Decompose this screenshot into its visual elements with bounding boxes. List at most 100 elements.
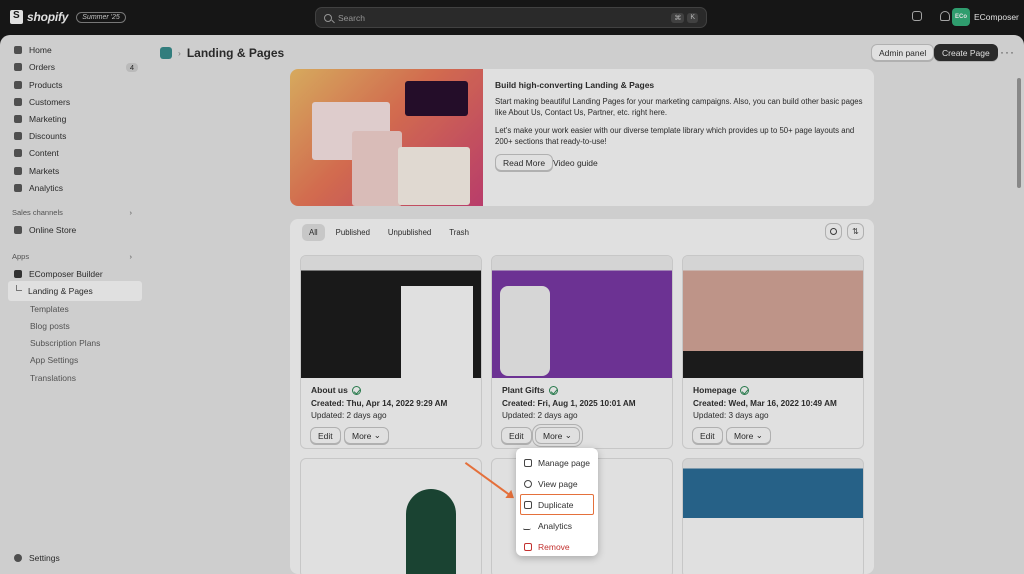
banner-description: Start making beautiful Landing Pages for… — [495, 97, 863, 117]
sidebar-subitem-blog-posts[interactable]: Blog posts — [30, 321, 70, 331]
sidebar-subitem-app-settings[interactable]: App Settings — [30, 355, 78, 365]
shopify-bag-icon — [10, 10, 23, 24]
bell-icon[interactable] — [940, 11, 950, 21]
sort-icon: ⇅ — [852, 227, 859, 236]
page-title-label: Plant Gifts — [502, 385, 558, 395]
banner-illustration — [290, 69, 483, 206]
published-check-icon — [740, 385, 750, 395]
menu-item-analytics[interactable]: Analytics — [516, 515, 598, 536]
tab-all[interactable]: All — [302, 224, 325, 241]
person-icon — [14, 98, 22, 106]
sidebar-item-orders[interactable]: Orders 4 — [14, 62, 138, 72]
shopify-logo[interactable]: shopify Summer '25 — [10, 10, 126, 24]
sidebar-item-ecomposer[interactable]: EComposer Builder — [14, 269, 138, 279]
ecomposer-app-icon[interactable] — [160, 47, 172, 59]
more-button[interactable]: More ⌄ — [344, 427, 389, 444]
search-pages-button[interactable] — [825, 223, 842, 240]
sidebar-item-content[interactable]: Content — [14, 148, 138, 158]
banner-description-2: Let's make your work easier with our div… — [495, 126, 855, 146]
create-page-button[interactable]: Create Page — [934, 44, 998, 61]
search-icon — [324, 13, 332, 22]
tab-trash[interactable]: Trash — [442, 224, 476, 241]
menu-item-label: View page — [538, 478, 578, 489]
page-thumbnail[interactable] — [683, 256, 863, 378]
sidebar-item-settings[interactable]: Settings — [14, 553, 60, 563]
read-more-button[interactable]: Read More — [495, 154, 554, 171]
sidebar-item-label: Orders — [29, 62, 55, 72]
target-icon — [14, 115, 22, 123]
chevron-down-icon: ⌄ — [564, 430, 572, 440]
page-name: Plant Gifts — [502, 385, 545, 395]
video-guide-link[interactable]: Video guide — [553, 158, 598, 168]
sidebar-subitem-translations[interactable]: Translations — [30, 373, 76, 383]
page-card-about-us: About us Created: Thu, Apr 14, 2022 9:29… — [300, 255, 482, 449]
sidebar-subitem-templates[interactable]: Templates — [30, 304, 69, 314]
gear-icon — [14, 554, 22, 562]
menu-item-view-page[interactable]: View page — [516, 473, 598, 494]
eye-icon — [524, 479, 532, 488]
sidebar-item-online-store[interactable]: Online Store — [14, 225, 138, 235]
page-header: › Landing & Pages Admin panel Create Pag… — [160, 44, 1015, 61]
sidebar-item-products[interactable]: Products — [14, 80, 138, 90]
menu-item-remove[interactable]: Remove — [516, 536, 598, 557]
promo-banner: Build high-converting Landing & Pages St… — [290, 69, 874, 206]
store-icon — [14, 226, 22, 234]
tab-unpublished[interactable]: Unpublished — [381, 224, 438, 241]
duplicate-icon — [524, 500, 532, 509]
sidebar-item-label: Analytics — [29, 183, 64, 193]
page-card-homepage: Homepage Created: Wed, Mar 16, 2022 10:4… — [682, 255, 864, 449]
sidebar-item-customers[interactable]: Customers — [14, 97, 138, 107]
menu-item-label: Duplicate — [538, 499, 574, 510]
page-name: Homepage — [693, 385, 737, 395]
store-icon[interactable] — [912, 11, 922, 21]
menu-item-duplicate[interactable]: Duplicate — [520, 494, 594, 515]
sidebar-item-label: Customers — [29, 97, 71, 107]
template-preview-card — [405, 81, 468, 116]
store-avatar: ECo — [952, 8, 970, 26]
discount-icon — [14, 132, 22, 140]
sidebar-subitem-landing-pages[interactable]: Landing & Pages — [8, 281, 142, 301]
orders-icon — [14, 63, 22, 71]
more-button[interactable]: More ⌄ — [535, 427, 580, 444]
more-label: More — [734, 430, 754, 441]
sales-channels-section[interactable]: Sales channels › — [12, 208, 132, 217]
page-icon — [524, 458, 532, 467]
search-bar[interactable]: Search ⌘ K — [315, 7, 707, 28]
page-thumbnail[interactable] — [492, 256, 672, 378]
apps-section[interactable]: Apps › — [12, 252, 132, 261]
menu-item-label: Manage page — [538, 457, 590, 468]
sort-button[interactable]: ⇅ — [847, 223, 864, 240]
globe-icon — [14, 167, 22, 175]
store-account[interactable]: ECo EComposer — [952, 8, 1019, 26]
page-created: Created: Wed, Mar 16, 2022 10:49 AM — [693, 399, 837, 408]
sidebar-item-marketing[interactable]: Marketing — [14, 114, 138, 124]
tree-connector-icon — [16, 285, 22, 291]
admin-panel-button[interactable]: Admin panel — [871, 44, 935, 61]
more-button[interactable]: More ⌄ — [726, 427, 771, 444]
edit-button[interactable]: Edit — [501, 427, 532, 444]
shortcut-key-cmd: ⌘ — [671, 12, 685, 23]
ecomposer-app-icon — [14, 270, 22, 278]
orders-count-badge: 4 — [125, 62, 138, 72]
plant-preview — [406, 489, 456, 574]
edit-button[interactable]: Edit — [310, 427, 341, 444]
sidebar-item-markets[interactable]: Markets — [14, 166, 138, 176]
more-actions-icon[interactable]: ··· — [1000, 45, 1015, 59]
more-label: More — [543, 430, 563, 441]
page-title-label: About us — [311, 385, 361, 395]
chevron-down-icon: ⌄ — [373, 430, 381, 440]
quote-form-preview — [401, 286, 473, 378]
edit-button[interactable]: Edit — [692, 427, 723, 444]
sidebar-item-label: Content — [29, 148, 59, 158]
sidebar-item-analytics[interactable]: Analytics — [14, 183, 138, 193]
sidebar-item-home[interactable]: Home — [14, 45, 138, 55]
tab-published[interactable]: Published — [329, 224, 377, 241]
sidebar-subitem-subscription-plans[interactable]: Subscription Plans — [30, 338, 100, 348]
menu-item-label: Remove — [538, 541, 570, 552]
page-thumbnail[interactable] — [301, 256, 481, 378]
page-scrollbar[interactable] — [1017, 78, 1021, 188]
menu-item-manage-page[interactable]: Manage page — [516, 452, 598, 473]
page-card-thumbnail[interactable] — [300, 458, 482, 574]
sidebar-item-discounts[interactable]: Discounts — [14, 131, 138, 141]
page-card-thumbnail[interactable] — [682, 458, 864, 574]
